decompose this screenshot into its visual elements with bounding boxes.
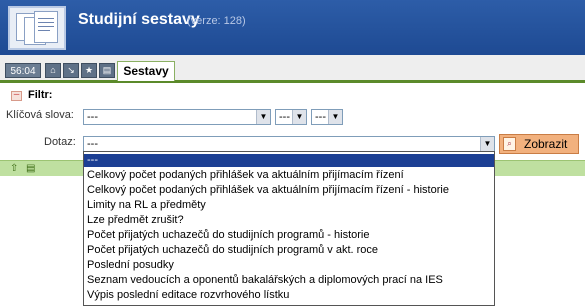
dropdown-option[interactable]: Poslední posudky bbox=[84, 259, 494, 272]
dropdown-option[interactable]: Počet přijatých uchazečů do studijních p… bbox=[84, 229, 494, 242]
up-arrow-icon[interactable]: ⇧ bbox=[10, 163, 18, 174]
show-button[interactable]: ⌕ Zobrazit bbox=[499, 134, 579, 154]
app-version: (verze: 128) bbox=[187, 15, 246, 27]
dropdown-option[interactable]: Limity na RL a předměty bbox=[84, 199, 494, 212]
dropdown-option[interactable]: Lze předmět zrušit? bbox=[84, 214, 494, 227]
query-dropdown-list[interactable]: --- Celkový počet podaných přihlášek va … bbox=[83, 151, 495, 306]
keywords-label: Klíčová slova: bbox=[6, 109, 74, 121]
tab-sestavy[interactable]: Sestavy bbox=[117, 61, 175, 81]
collapse-icon[interactable]: – bbox=[11, 90, 22, 101]
toolbar-divider bbox=[0, 80, 585, 83]
dropdown-option[interactable]: Výpis poslední editace rozvrhového lístk… bbox=[84, 289, 494, 302]
dropdown-option[interactable]: Celkový počet podaných přihlášek va aktu… bbox=[84, 169, 494, 182]
star-icon[interactable]: ★ bbox=[81, 63, 97, 78]
keywords-select-3-value: --- bbox=[315, 111, 326, 123]
chevron-down-icon: ▼ bbox=[256, 110, 270, 124]
query-value: --- bbox=[87, 138, 98, 150]
keywords-select[interactable]: --- ▼ bbox=[83, 109, 271, 125]
chevron-down-icon: ▼ bbox=[480, 137, 494, 151]
query-label: Dotaz: bbox=[44, 136, 76, 148]
dropdown-option[interactable]: Seznam vedoucích a oponentů bakalářských… bbox=[84, 274, 494, 287]
home-icon[interactable]: ⌂ bbox=[45, 63, 61, 78]
query-select[interactable]: --- ▼ bbox=[83, 136, 495, 152]
app-title: Studijní sestavy bbox=[78, 11, 200, 28]
print-icon[interactable]: ▤ bbox=[26, 163, 35, 174]
search-icon: ⌕ bbox=[503, 137, 516, 151]
show-button-label: Zobrazit bbox=[524, 137, 568, 151]
arrow-down-icon[interactable]: ↘ bbox=[63, 63, 79, 78]
dropdown-option[interactable]: Počet přijatých uchazečů do studijních p… bbox=[84, 244, 494, 257]
chevron-down-icon: ▼ bbox=[328, 110, 342, 124]
chevron-down-icon: ▼ bbox=[292, 110, 306, 124]
app-logo bbox=[8, 6, 66, 50]
print-icon[interactable]: ▤ bbox=[99, 63, 115, 78]
session-timer: 56:04 bbox=[5, 63, 41, 78]
dropdown-option[interactable]: --- bbox=[84, 154, 494, 167]
filter-title: Filtr: bbox=[28, 89, 53, 101]
keywords-select-3[interactable]: --- ▼ bbox=[311, 109, 343, 125]
keywords-select-2-value: --- bbox=[279, 111, 290, 123]
keywords-select-2[interactable]: --- ▼ bbox=[275, 109, 307, 125]
keywords-value: --- bbox=[87, 111, 98, 123]
dropdown-option[interactable]: Celkový počet podaných přihlášek va aktu… bbox=[84, 184, 494, 197]
